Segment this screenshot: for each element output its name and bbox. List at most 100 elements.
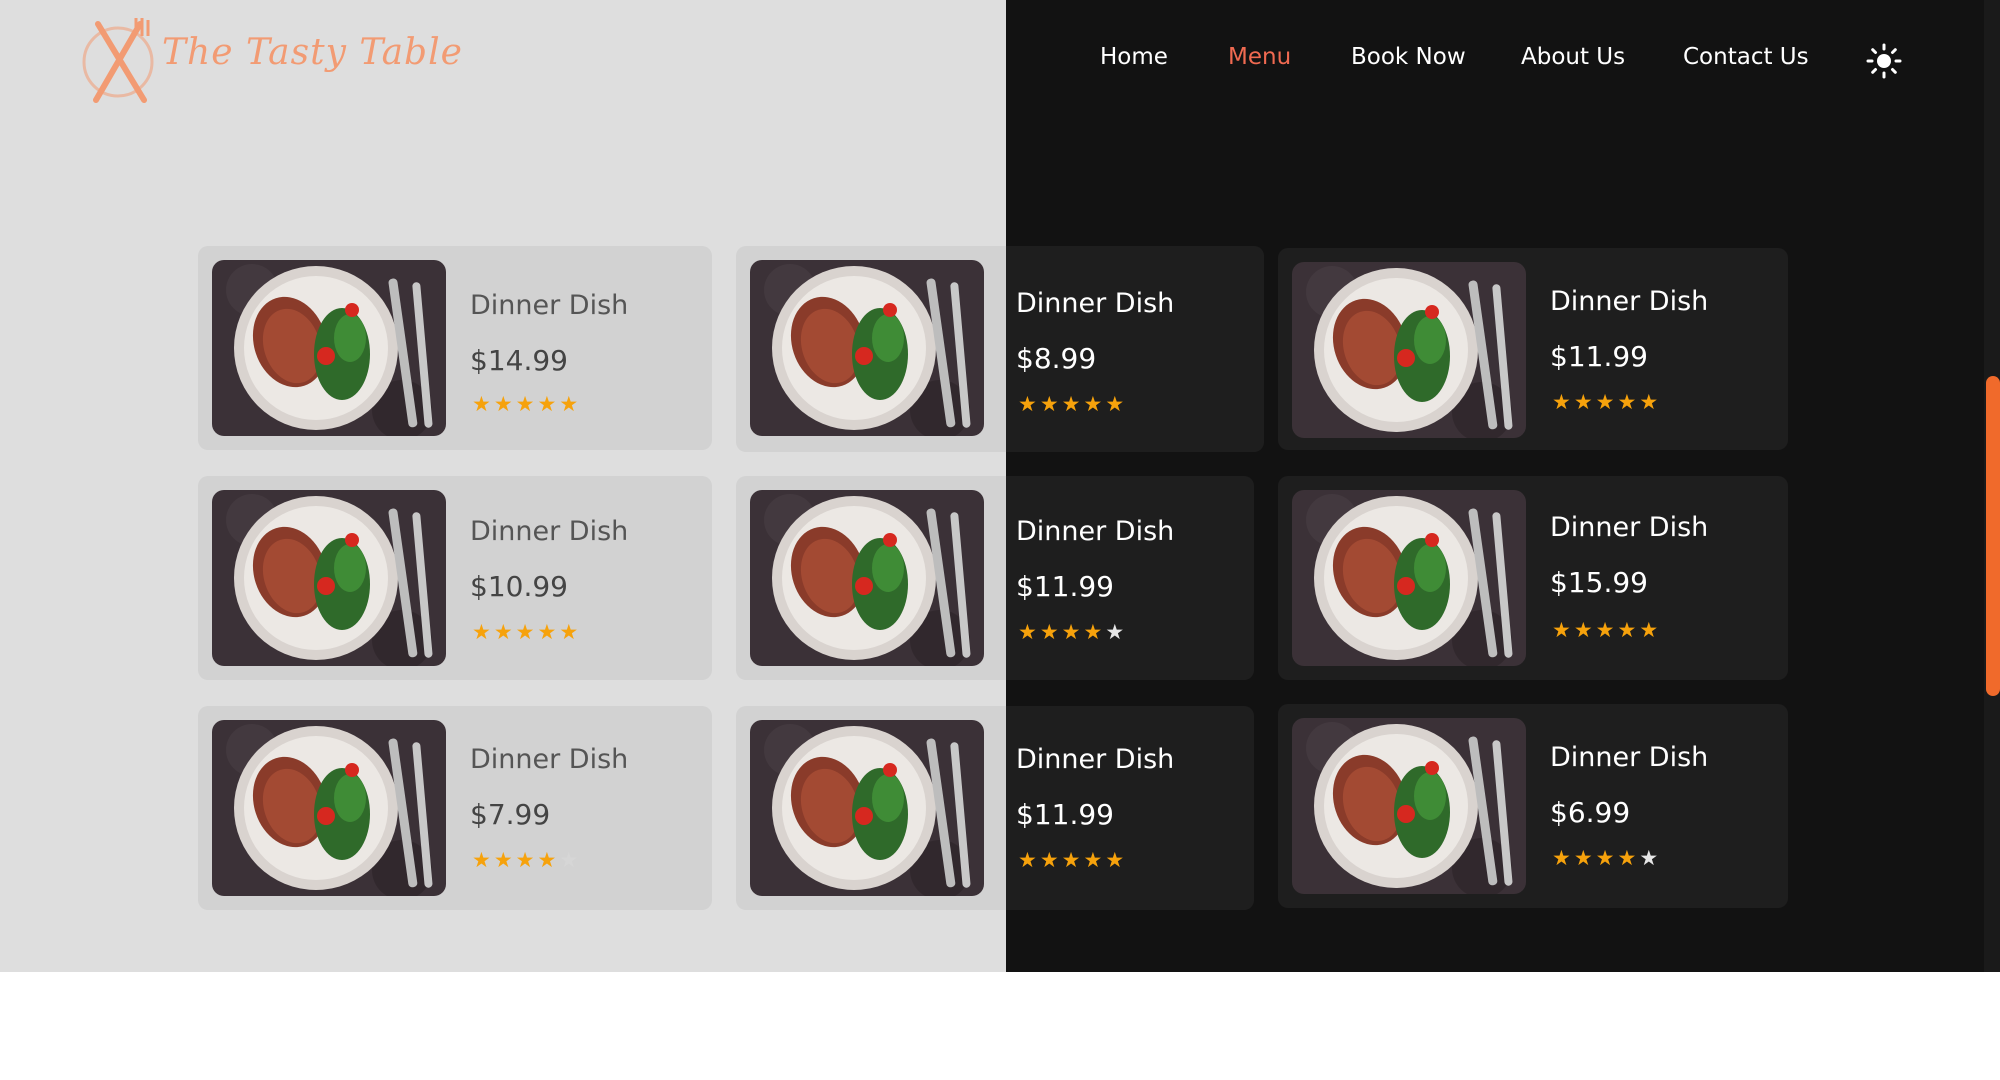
star-filled-icon: ★: [1573, 618, 1593, 642]
star-empty-icon: ★: [1639, 846, 1659, 870]
sun-icon: [1866, 43, 1902, 79]
menu-card[interactable]: Dinner Dish $11.99 ★ ★ ★ ★ ★: [1278, 248, 1788, 450]
scrollbar-thumb[interactable]: [1986, 376, 2000, 696]
star-filled-icon: ★: [1018, 392, 1037, 416]
star-filled-icon: ★: [493, 392, 513, 416]
menu-card[interactable]: Dinner Dish $14.99 ★ ★ ★ ★ ★: [198, 246, 712, 450]
menu-card[interactable]: Dinner Dish $8.99 ★ ★ ★ ★ ★: [736, 246, 1264, 452]
dish-price: $11.99: [1016, 798, 1114, 831]
star-filled-icon: ★: [537, 848, 557, 872]
menu-card[interactable]: Dinner Dish $11.99 ★ ★ ★ ★ ★: [736, 706, 1254, 910]
dish-name: Dinner Dish: [1016, 516, 1175, 547]
star-filled-icon: ★: [493, 620, 513, 644]
rating-stars: ★ ★ ★ ★ ★: [472, 394, 578, 415]
star-filled-icon: ★: [1083, 848, 1103, 872]
star-empty-icon: ★: [559, 848, 579, 872]
logo-text: The Tasty Table: [162, 32, 463, 73]
star-filled-icon: ★: [1617, 618, 1637, 642]
rating-stars: ★ ★ ★ ★ ★: [1018, 850, 1124, 871]
star-filled-icon: ★: [1595, 846, 1615, 870]
dish-price: $7.99: [470, 798, 551, 831]
star-filled-icon: ★: [515, 620, 535, 644]
nav-about-us[interactable]: About Us: [1521, 44, 1625, 70]
star-filled-icon: ★: [1039, 848, 1059, 872]
star-filled-icon: ★: [559, 620, 579, 644]
dish-name: Dinner Dish: [1550, 286, 1709, 317]
dish-name: Dinner Dish: [1016, 288, 1175, 319]
star-filled-icon: ★: [1061, 392, 1081, 416]
nav-home[interactable]: Home: [1100, 44, 1168, 70]
star-filled-icon: ★: [1018, 620, 1037, 644]
star-filled-icon: ★: [1105, 392, 1125, 416]
dish-name: Dinner Dish: [470, 744, 629, 775]
dish-image: [212, 720, 446, 896]
star-filled-icon: ★: [1083, 392, 1103, 416]
dish-name: Dinner Dish: [1550, 742, 1709, 773]
star-filled-icon: ★: [1573, 846, 1593, 870]
star-filled-icon: ★: [1552, 390, 1571, 414]
site-logo[interactable]: The Tasty Table: [78, 14, 462, 104]
menu-card[interactable]: Dinner Dish $10.99 ★ ★ ★ ★ ★: [198, 476, 712, 680]
rating-stars: ★ ★ ★ ★ ★: [1552, 392, 1658, 413]
dish-name: Dinner Dish: [1016, 744, 1175, 775]
fork-knife-logo-icon: [82, 18, 154, 103]
star-filled-icon: ★: [1573, 390, 1593, 414]
star-filled-icon: ★: [1595, 390, 1615, 414]
page-viewport: The Tasty Table Home Menu Book Now About…: [0, 0, 2000, 972]
dish-image: [750, 720, 984, 896]
star-filled-icon: ★: [1105, 848, 1125, 872]
star-filled-icon: ★: [1061, 848, 1081, 872]
dish-name: Dinner Dish: [470, 516, 629, 547]
star-filled-icon: ★: [1617, 846, 1637, 870]
menu-card[interactable]: Dinner Dish $7.99 ★ ★ ★ ★ ★: [198, 706, 712, 910]
dish-name: Dinner Dish: [1550, 512, 1709, 543]
dish-image: [1292, 490, 1526, 666]
star-filled-icon: ★: [472, 392, 491, 416]
nav-book-now[interactable]: Book Now: [1351, 44, 1466, 70]
rating-stars: ★ ★ ★ ★ ★: [1552, 848, 1658, 869]
star-filled-icon: ★: [1083, 620, 1103, 644]
star-filled-icon: ★: [515, 848, 535, 872]
menu-card[interactable]: Dinner Dish $15.99 ★ ★ ★ ★ ★: [1278, 476, 1788, 680]
dish-price: $11.99: [1550, 340, 1648, 373]
star-filled-icon: ★: [472, 620, 491, 644]
star-filled-icon: ★: [1552, 618, 1571, 642]
star-filled-icon: ★: [1552, 846, 1571, 870]
dish-image: [750, 490, 984, 666]
rating-stars: ★ ★ ★ ★ ★: [472, 622, 578, 643]
rating-stars: ★ ★ ★ ★ ★: [1018, 622, 1124, 643]
star-filled-icon: ★: [537, 620, 557, 644]
star-filled-icon: ★: [1639, 618, 1659, 642]
nav-contact-us[interactable]: Contact Us: [1683, 44, 1809, 70]
nav-menu[interactable]: Menu: [1228, 44, 1291, 70]
star-filled-icon: ★: [1061, 620, 1081, 644]
star-filled-icon: ★: [1595, 618, 1615, 642]
rating-stars: ★ ★ ★ ★ ★: [1552, 620, 1658, 641]
star-filled-icon: ★: [1039, 392, 1059, 416]
star-empty-icon: ★: [1105, 620, 1125, 644]
star-filled-icon: ★: [1617, 390, 1637, 414]
dish-image: [750, 260, 984, 436]
menu-card[interactable]: Dinner Dish $6.99 ★ ★ ★ ★ ★: [1278, 704, 1788, 908]
star-filled-icon: ★: [1039, 620, 1059, 644]
star-filled-icon: ★: [1639, 390, 1659, 414]
menu-card[interactable]: Dinner Dish $11.99 ★ ★ ★ ★ ★: [736, 476, 1254, 680]
dish-image: [1292, 718, 1526, 894]
dish-name: Dinner Dish: [470, 290, 629, 321]
rating-stars: ★ ★ ★ ★ ★: [472, 850, 578, 871]
theme-toggle-button[interactable]: [1866, 43, 1902, 79]
dish-price: $11.99: [1016, 570, 1114, 603]
star-filled-icon: ★: [472, 848, 491, 872]
dish-price: $15.99: [1550, 566, 1648, 599]
dish-price: $10.99: [470, 570, 568, 603]
dish-image: [212, 490, 446, 666]
dish-price: $14.99: [470, 344, 568, 377]
star-filled-icon: ★: [537, 392, 557, 416]
star-filled-icon: ★: [515, 392, 535, 416]
dish-image: [212, 260, 446, 436]
rating-stars: ★ ★ ★ ★ ★: [1018, 394, 1124, 415]
dish-image: [1292, 262, 1526, 438]
dish-price: $6.99: [1550, 796, 1631, 829]
star-filled-icon: ★: [559, 392, 579, 416]
dish-price: $8.99: [1016, 342, 1097, 375]
